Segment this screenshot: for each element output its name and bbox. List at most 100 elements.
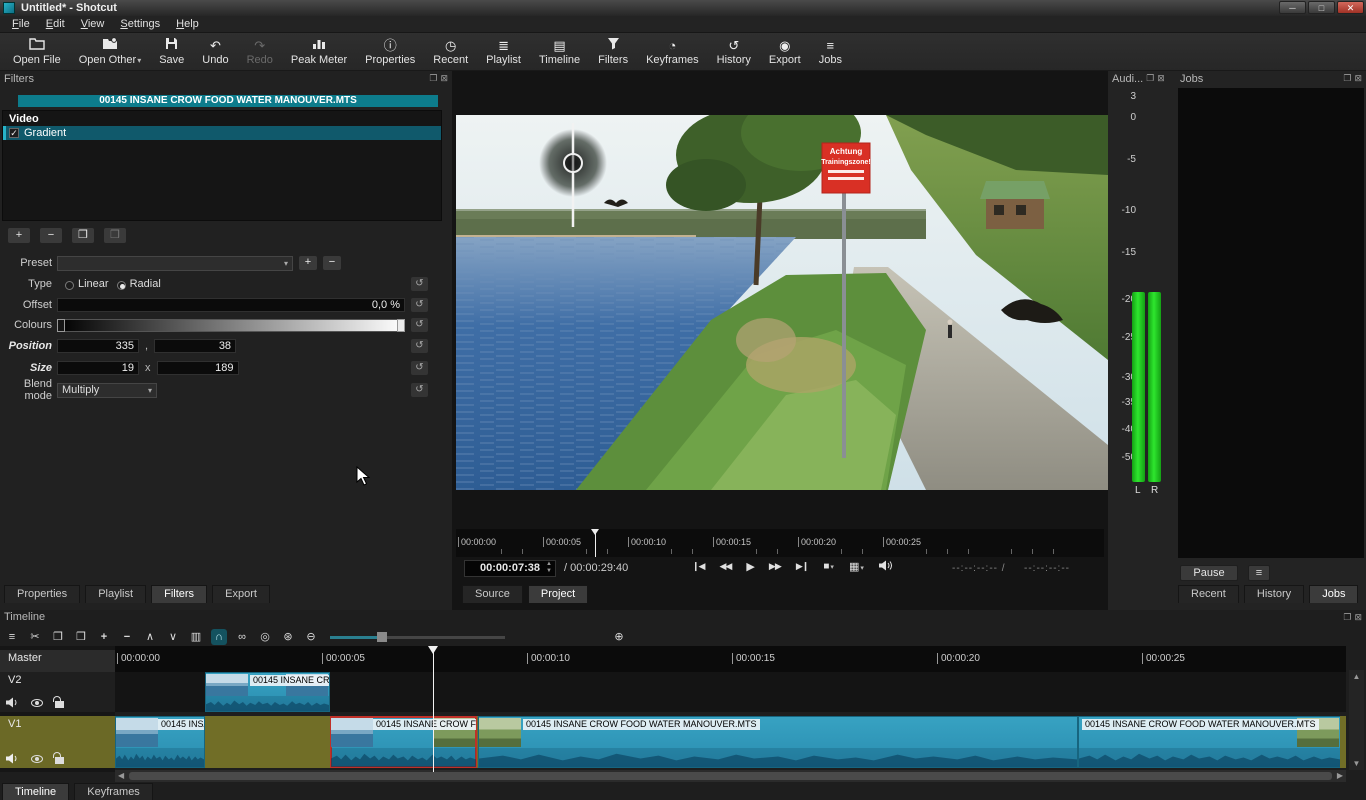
blend-mode-dropdown[interactable]: Multiply ▾ <box>57 383 157 398</box>
float-panel-icon[interactable]: ❐ <box>429 73 437 84</box>
float-panel-icon[interactable]: ❐ <box>1343 612 1351 623</box>
player-playhead[interactable] <box>595 529 596 557</box>
menu-view[interactable]: View <box>73 17 113 31</box>
peak-meter-button[interactable]: Peak Meter <box>282 34 356 70</box>
preset-dropdown[interactable]: ▾ <box>57 256 293 271</box>
tab-jobs[interactable]: Jobs <box>1309 585 1358 603</box>
tab-source[interactable]: Source <box>462 585 523 603</box>
export-button[interactable]: ◉ Export <box>760 34 810 70</box>
ripple-toggle[interactable]: ◎ <box>257 629 273 645</box>
reset-blend-button[interactable]: ↺ <box>411 383 428 397</box>
video-preview[interactable]: Achtung Trainingszone! <box>456 115 1108 490</box>
close-panel-icon[interactable]: ⊠ <box>1354 73 1362 84</box>
track-head-v2[interactable]: V2 <box>0 672 115 712</box>
timeline-vertical-scrollbar[interactable]: ▲ ▼ <box>1349 670 1364 770</box>
save-button[interactable]: Save <box>150 34 193 70</box>
undo-button[interactable]: ↶ Undo <box>193 34 237 70</box>
gradient-colour-slider[interactable] <box>57 319 405 332</box>
scroll-down-icon[interactable]: ▼ <box>1349 759 1364 768</box>
zoom-fit-button[interactable]: ■▾ <box>823 561 834 572</box>
save-preset-button[interactable]: + <box>299 256 317 270</box>
fast-forward-button[interactable]: ▶▶ <box>769 561 781 572</box>
skip-previous-button[interactable]: ❙◀ <box>692 561 704 572</box>
lift-button[interactable]: ∧ <box>142 629 158 645</box>
jobs-button[interactable]: ≡ Jobs <box>810 34 851 70</box>
hide-icon[interactable] <box>31 755 43 763</box>
zoom-out-icon[interactable]: ⊖ <box>303 629 319 645</box>
paste-filters-button[interactable]: ❒ <box>104 228 126 243</box>
reset-offset-button[interactable]: ↺ <box>411 298 428 312</box>
zoom-in-icon[interactable]: ⊕ <box>611 629 627 645</box>
menu-help[interactable]: Help <box>168 17 207 31</box>
timeline-horizontal-scrollbar[interactable]: ◀ ▶ <box>115 770 1346 782</box>
tab-playlist[interactable]: Playlist <box>85 585 146 603</box>
menu-edit[interactable]: Edit <box>38 17 73 31</box>
size-height-field[interactable]: 189 <box>157 361 239 375</box>
master-track-head[interactable]: Master <box>0 650 115 672</box>
jobs-menu-button[interactable]: ≡ <box>1248 565 1270 581</box>
copy-button[interactable]: ❐ <box>50 629 66 645</box>
gradient-stop-start[interactable] <box>57 319 65 332</box>
tab-keyframes[interactable]: Keyframes <box>74 783 153 800</box>
lock-icon[interactable] <box>55 701 64 708</box>
recent-button[interactable]: ◷ Recent <box>424 34 477 70</box>
skip-next-button[interactable]: ▶❙ <box>796 561 808 572</box>
copy-filters-button[interactable]: ❐ <box>72 228 94 243</box>
mute-icon[interactable] <box>6 697 19 708</box>
cut-button[interactable]: ✂ <box>27 629 43 645</box>
scroll-up-icon[interactable]: ▲ <box>1349 672 1364 681</box>
ripple-all-tracks-toggle[interactable]: ⊛ <box>280 629 296 645</box>
reset-position-button[interactable]: ↺ <box>411 339 428 353</box>
menu-file[interactable]: File <box>4 17 38 31</box>
timecode-spinner[interactable]: ▲▼ <box>544 561 554 576</box>
minimize-button[interactable]: ─ <box>1279 1 1306 14</box>
mute-icon[interactable] <box>6 753 19 764</box>
float-panel-icon[interactable]: ❐ <box>1146 73 1154 84</box>
close-panel-icon[interactable]: ⊠ <box>1354 612 1362 623</box>
timeline-clip[interactable]: 00145 INSANE CROW FOOD WATER MANOUVER.MT… <box>478 716 1078 768</box>
scroll-right-icon[interactable]: ▶ <box>1337 771 1343 780</box>
filter-row-gradient[interactable]: ✓ Gradient <box>3 126 441 140</box>
gradient-stop-end[interactable] <box>397 319 405 332</box>
filter-enabled-checkbox[interactable]: ✓ <box>9 128 19 138</box>
reset-size-button[interactable]: ↺ <box>411 361 428 375</box>
type-linear-label[interactable]: Linear <box>78 278 109 290</box>
reset-type-button[interactable]: ↺ <box>411 277 428 291</box>
redo-button[interactable]: ↷ Redo <box>238 34 282 70</box>
close-panel-icon[interactable]: ⊠ <box>440 73 448 84</box>
open-other-button[interactable]: Open Other▾ <box>70 34 151 70</box>
zoom-slider-handle[interactable] <box>377 632 387 642</box>
append-button[interactable]: + <box>96 629 112 645</box>
position-x-field[interactable]: 335 <box>57 339 139 353</box>
timeline-clip[interactable]: 00145 INSANE CROW <box>205 672 330 712</box>
keyframes-button[interactable]: ◔ Keyframes <box>637 34 708 70</box>
tab-filters[interactable]: Filters <box>151 585 207 603</box>
timeline-ruler[interactable]: 00:00:00 00:00:05 00:00:10 00:00:15 00:0… <box>115 646 1346 672</box>
pause-jobs-button[interactable]: Pause <box>1180 565 1238 581</box>
gradient-vui-handle[interactable] <box>564 154 582 172</box>
delete-preset-button[interactable]: − <box>323 256 341 270</box>
timeline-clip-selected[interactable]: 00145 INSANE CROW FOO <box>330 716 477 768</box>
offset-field[interactable]: 0,0 % <box>57 298 405 312</box>
open-file-button[interactable]: Open File <box>4 34 70 70</box>
jobs-list[interactable] <box>1178 88 1364 558</box>
type-linear-radio[interactable] <box>65 281 74 290</box>
properties-button[interactable]: ⓘ Properties <box>356 34 424 70</box>
timeline-menu-button[interactable]: ≡ <box>4 629 20 645</box>
volume-button[interactable] <box>879 560 892 573</box>
timeline-clip[interactable]: 00145 INSANE CROW FOOD WATER MANOUVER.MT… <box>1078 716 1340 768</box>
overwrite-button[interactable]: ∨ <box>165 629 181 645</box>
timeline-button[interactable]: ▤ Timeline <box>530 34 589 70</box>
track-v1-lane[interactable]: 00145 INSA 00145 INSANE CROW FOO 00145 I… <box>115 716 1346 768</box>
current-timecode-field[interactable]: 00:00:07:38 ▲▼ <box>464 560 556 577</box>
ripple-delete-button[interactable]: − <box>119 629 135 645</box>
tab-project[interactable]: Project <box>528 585 588 603</box>
split-button[interactable]: ▥ <box>188 629 204 645</box>
scroll-left-icon[interactable]: ◀ <box>118 771 124 780</box>
playlist-button[interactable]: ≣ Playlist <box>477 34 530 70</box>
filters-button[interactable]: Filters <box>589 34 637 70</box>
grid-button[interactable]: ▦▾ <box>849 560 864 573</box>
remove-filter-button[interactable]: − <box>40 228 62 243</box>
type-radial-label[interactable]: Radial <box>130 278 161 290</box>
scrub-while-dragging-toggle[interactable]: ∞ <box>234 629 250 645</box>
